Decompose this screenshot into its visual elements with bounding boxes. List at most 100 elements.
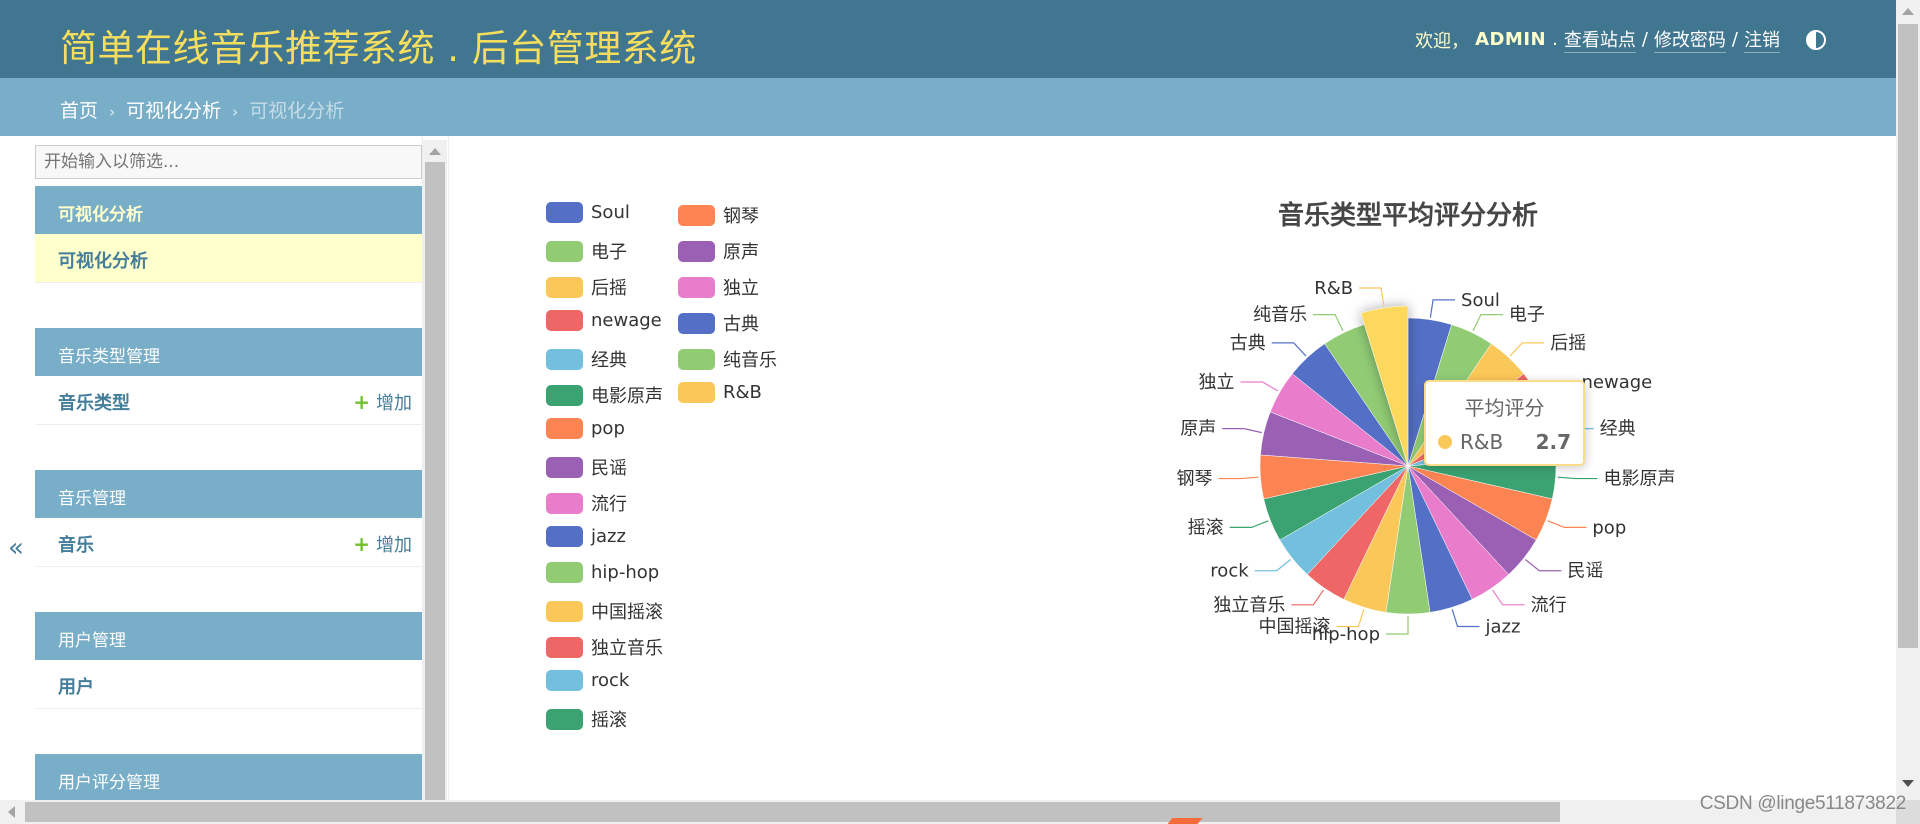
legend-item[interactable]: R&B — [678, 382, 762, 403]
module-music-type: 音乐类型管理 音乐类型 + 增加 — [35, 328, 422, 425]
logout-link[interactable]: 注销 — [1744, 26, 1780, 53]
change-password-link[interactable]: 修改密码 — [1653, 26, 1726, 53]
scroll-up-icon[interactable] — [429, 148, 441, 155]
legend-item[interactable]: 电子 — [546, 238, 627, 264]
page-vertical-scrollbar[interactable] — [1896, 0, 1920, 800]
scroll-down-icon[interactable] — [1902, 780, 1914, 787]
cursor-icon — [1167, 818, 1203, 824]
module-caption[interactable]: 用户管理 — [35, 612, 422, 660]
legend-item[interactable]: Soul — [546, 202, 630, 223]
nav-filter-input[interactable] — [35, 145, 422, 179]
module-caption[interactable]: 音乐管理 — [35, 470, 422, 518]
legend-item[interactable]: 电影原声 — [546, 382, 663, 408]
legend-item[interactable]: 古典 — [678, 310, 759, 336]
legend-swatch-icon — [546, 348, 583, 370]
legend-label: 纯音乐 — [723, 350, 777, 371]
legend-item[interactable]: 后摇 — [546, 274, 627, 300]
legend-label: 原声 — [723, 242, 759, 263]
legend-item[interactable]: 纯音乐 — [678, 346, 777, 372]
separator: / — [1641, 29, 1648, 50]
user-tools: 欢迎， ADMIN. 查看站点 / 修改密码 / 注销 — [1415, 26, 1826, 53]
module-users: 用户管理 用户 — [35, 612, 422, 709]
add-music-type-button[interactable]: + 增加 — [353, 389, 412, 415]
legend-label: Soul — [591, 202, 630, 223]
legend-label: 流行 — [591, 494, 627, 515]
legend-item[interactable]: 民谣 — [546, 454, 627, 480]
sidebar-item-label[interactable]: 用户 — [58, 677, 94, 698]
breadcrumb-home[interactable]: 首页 — [60, 100, 98, 122]
legend-swatch-icon — [546, 562, 583, 583]
legend-item[interactable]: 钢琴 — [678, 202, 759, 228]
sidebar-scrollbar[interactable] — [423, 140, 447, 800]
plus-icon: + — [353, 532, 370, 556]
sidebar-collapse-button[interactable]: « — [8, 533, 24, 563]
legend-label: 后摇 — [591, 278, 627, 299]
scrollbar-thumb[interactable] — [25, 802, 1560, 822]
breadcrumb-section[interactable]: 可视化分析 — [126, 100, 221, 122]
sidebar-item-label[interactable]: 可视化分析 — [58, 251, 148, 272]
legend-label: 经典 — [591, 350, 627, 371]
legend-label: 古典 — [723, 314, 759, 335]
legend-swatch-icon — [546, 456, 583, 478]
legend-swatch-icon — [546, 600, 583, 622]
sidebar-item-label[interactable]: 音乐类型 — [58, 393, 130, 414]
legend-swatch-icon — [546, 526, 583, 547]
sidebar-item-music[interactable]: 音乐 + 增加 — [35, 518, 422, 567]
module-caption[interactable]: 音乐类型管理 — [35, 328, 422, 376]
nav-sidebar: 可视化分析 可视化分析 音乐类型管理 音乐类型 +增加 音乐管理 音乐 +增加 … — [34, 136, 423, 800]
legend-item[interactable]: 独立 — [678, 274, 759, 300]
legend-swatch-icon — [546, 670, 583, 691]
legend-label: pop — [591, 418, 625, 439]
tooltip-marker-icon — [1438, 435, 1452, 449]
legend-label: rock — [591, 670, 630, 691]
legend-item[interactable]: 流行 — [546, 490, 627, 516]
legend-label: jazz — [591, 526, 626, 547]
view-site-link[interactable]: 查看站点 — [1563, 26, 1636, 53]
module-visualization: 可视化分析 可视化分析 — [35, 186, 422, 283]
sidebar-item-label[interactable]: 音乐 — [58, 535, 94, 556]
legend-label: newage — [591, 310, 662, 331]
legend-label: 独立音乐 — [591, 638, 663, 659]
scrollbar-thumb[interactable] — [1898, 24, 1918, 648]
scroll-left-icon[interactable] — [8, 806, 15, 818]
module-caption[interactable]: 可视化分析 — [35, 186, 422, 234]
legend-label: 独立 — [723, 278, 759, 299]
admin-page: 简单在线音乐推荐系统 . 后台管理系统 欢迎， ADMIN. 查看站点 / 修改… — [0, 0, 1896, 800]
site-brand[interactable]: 简单在线音乐推荐系统 . 后台管理系统 — [60, 18, 697, 72]
legend-item[interactable]: 摇滚 — [546, 706, 627, 732]
sidebar-item-music-type[interactable]: 音乐类型 + 增加 — [35, 376, 422, 425]
legend-item[interactable]: 独立音乐 — [546, 634, 663, 660]
legend-label: 民谣 — [591, 458, 627, 479]
legend-item[interactable]: newage — [546, 310, 662, 331]
legend-swatch-icon — [678, 348, 715, 370]
legend-swatch-icon — [678, 240, 715, 262]
page-horizontal-scrollbar[interactable] — [0, 800, 1896, 824]
legend-swatch-icon — [546, 202, 583, 223]
legend-item[interactable]: pop — [546, 418, 625, 439]
theme-toggle-icon[interactable] — [1806, 29, 1826, 50]
tooltip-name: R&B — [1460, 430, 1504, 454]
username: ADMIN — [1475, 29, 1547, 50]
legend-item[interactable]: jazz — [546, 526, 626, 547]
legend-item[interactable]: 经典 — [546, 346, 627, 372]
legend-label: 钢琴 — [723, 206, 759, 227]
module-caption[interactable]: 用户评分管理 — [35, 754, 422, 800]
sidebar-item-visualization[interactable]: 可视化分析 — [35, 234, 422, 283]
legend-swatch-icon — [546, 240, 583, 262]
breadcrumb: 首页 › 可视化分析 › 可视化分析 — [0, 78, 1896, 136]
legend-item[interactable]: 原声 — [678, 238, 759, 264]
legend-item[interactable]: hip-hop — [546, 562, 659, 583]
legend-swatch-icon — [678, 382, 715, 403]
legend-item[interactable]: rock — [546, 670, 629, 691]
sidebar-item-users[interactable]: 用户 — [35, 660, 422, 709]
legend-label: 电影原声 — [591, 386, 663, 407]
legend-item[interactable]: 中国摇滚 — [546, 598, 663, 624]
legend-swatch-icon — [678, 204, 715, 226]
add-music-button[interactable]: + 增加 — [353, 531, 412, 557]
scrollbar-thumb[interactable] — [425, 162, 445, 800]
legend-swatch-icon — [546, 384, 583, 406]
breadcrumb-separator: › — [232, 103, 239, 121]
separator: / — [1731, 29, 1738, 50]
scroll-up-icon[interactable] — [1902, 8, 1914, 15]
welcome-text: 欢迎， — [1415, 30, 1470, 52]
